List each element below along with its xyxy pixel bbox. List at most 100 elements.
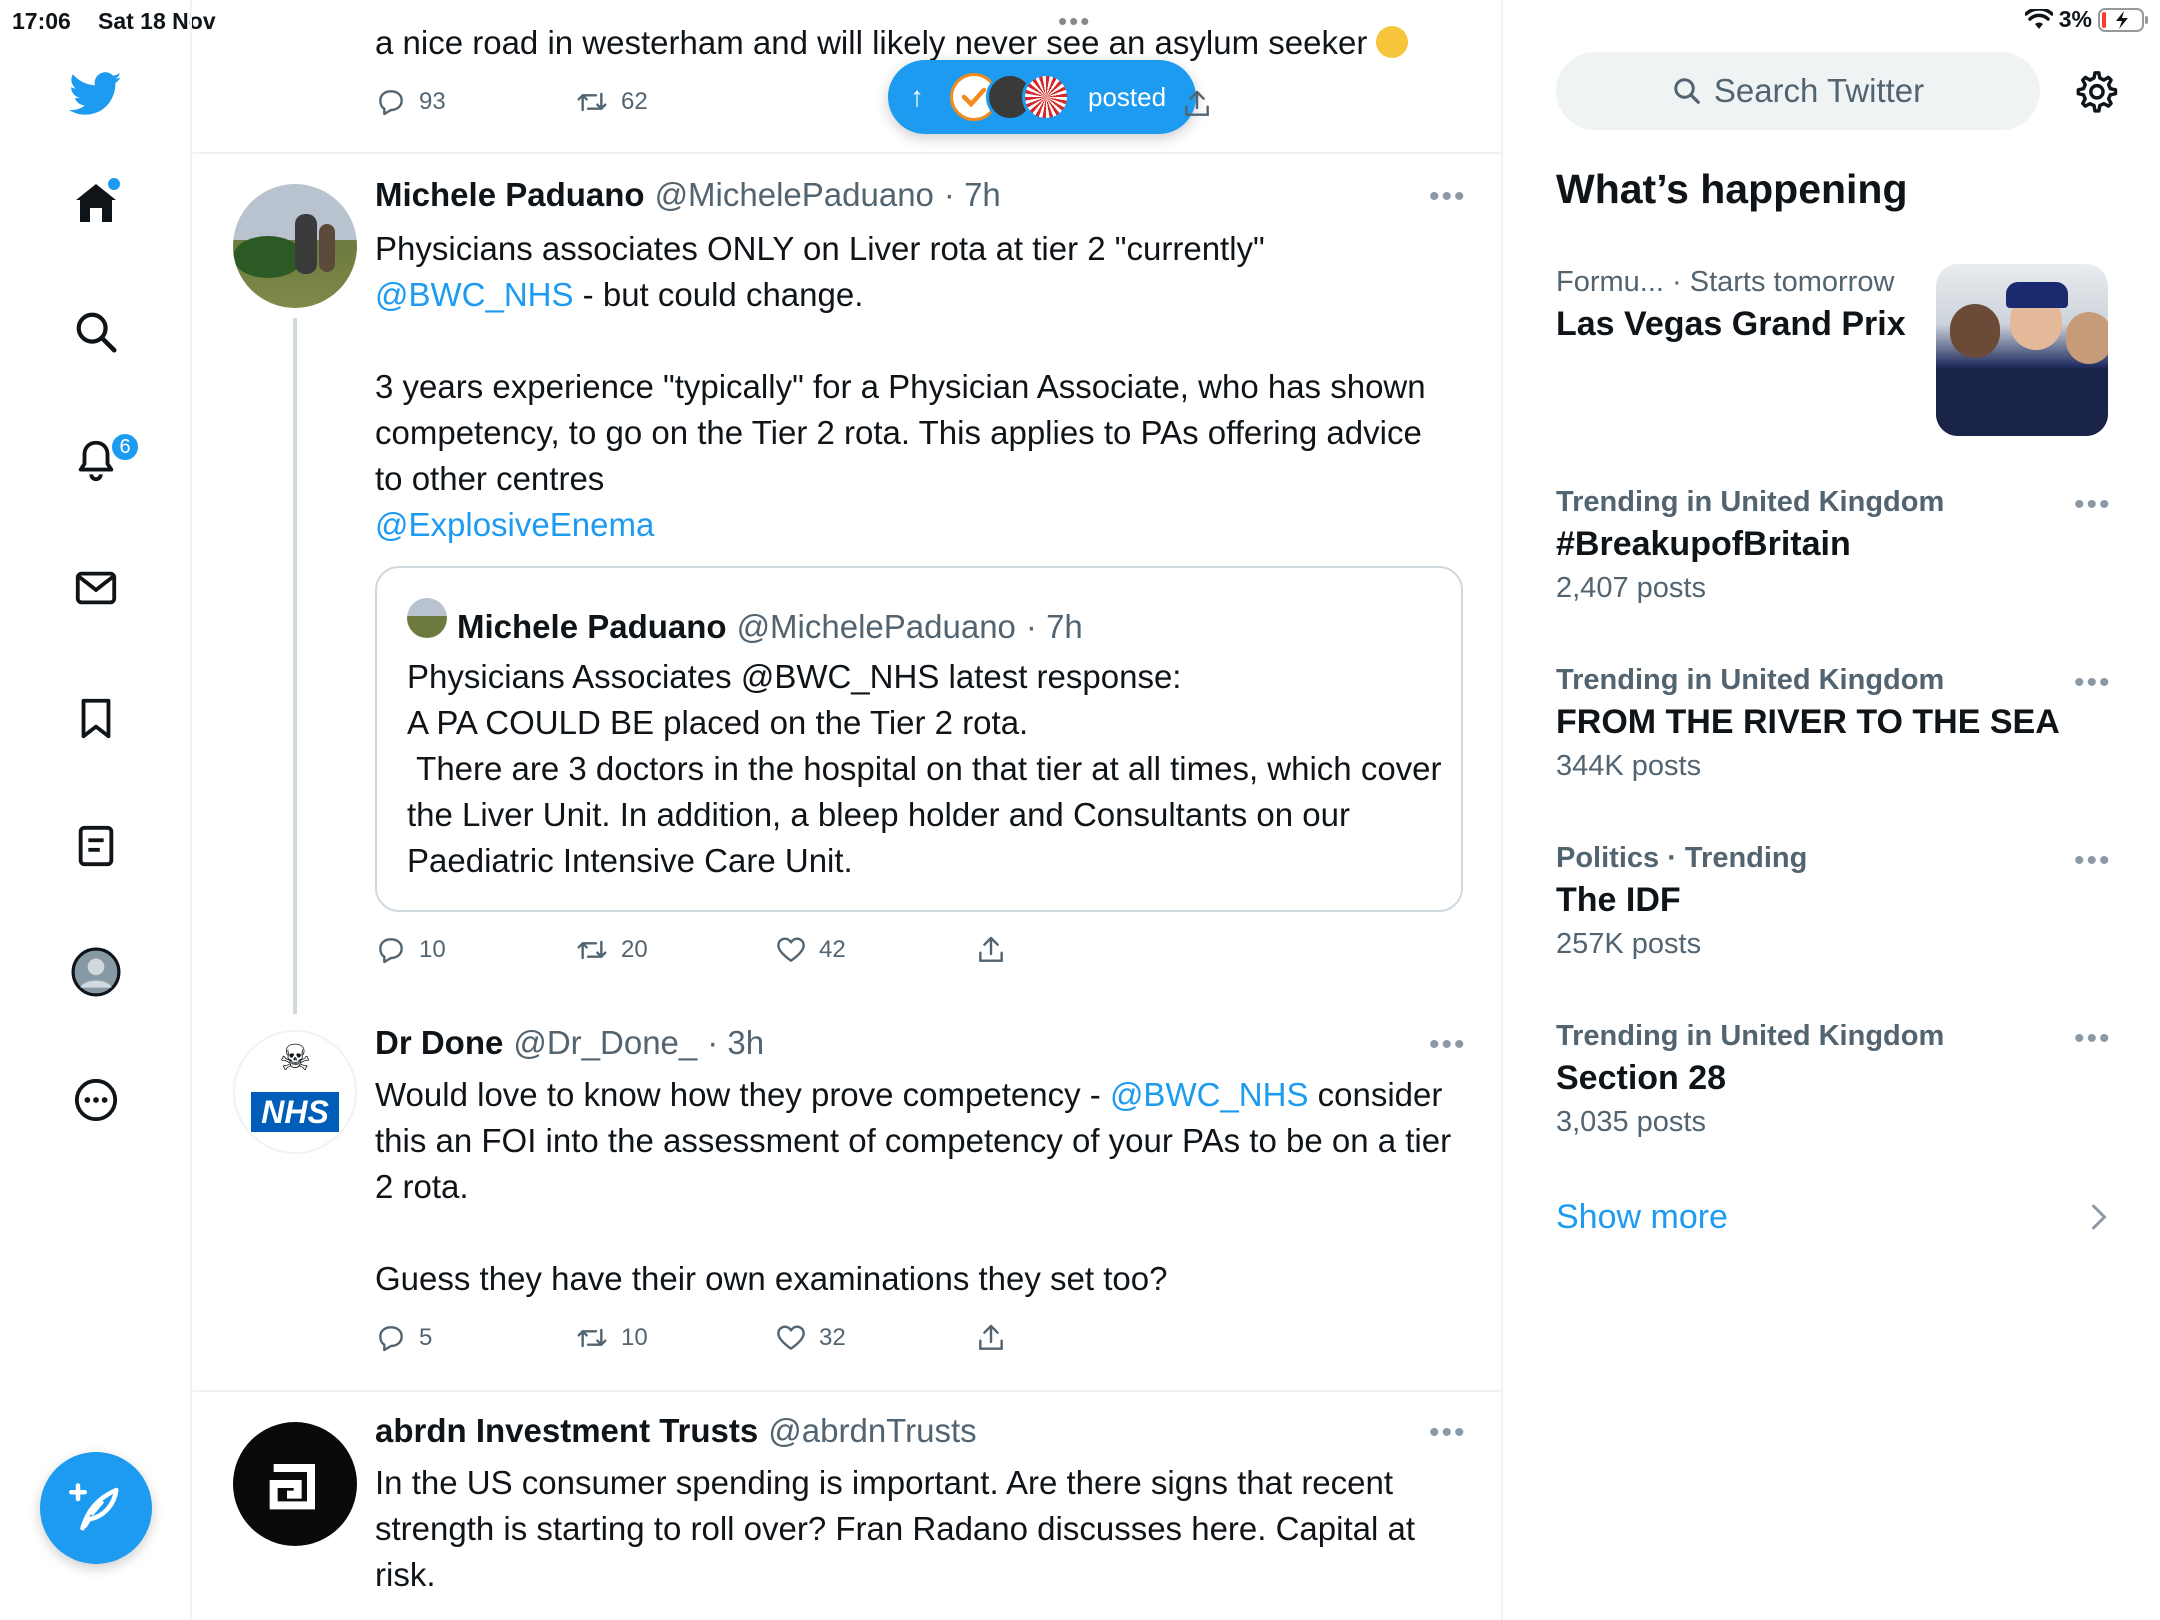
quote-header: Michele Paduano @MichelePaduano · 7h bbox=[407, 598, 1083, 646]
reply-button[interactable]: 5 bbox=[375, 1322, 575, 1354]
featured-trend-image[interactable] bbox=[1936, 264, 2108, 436]
share-button[interactable] bbox=[975, 934, 1035, 966]
wifi-icon bbox=[2024, 8, 2053, 29]
tweet-more-menu-icon[interactable]: ••• bbox=[1429, 1028, 1467, 1062]
left-nav: 6 bbox=[0, 0, 192, 1620]
share-icon bbox=[979, 1324, 1003, 1350]
author-name[interactable]: abrdn Investment Trusts bbox=[375, 1412, 758, 1450]
mention-link[interactable]: @BWC_NHS bbox=[375, 276, 574, 313]
like-button[interactable]: 42 bbox=[775, 934, 975, 966]
trend-more-icon[interactable]: ••• bbox=[2074, 844, 2112, 878]
retweet-icon bbox=[577, 1328, 607, 1348]
timeline: a nice road in westerham and will likely… bbox=[193, 0, 1503, 1620]
new-posts-pill[interactable]: ↑ posted bbox=[888, 60, 1196, 134]
tweet2-header: Dr Done @Dr_Done_ · 3h bbox=[375, 1024, 764, 1062]
tweet-more-menu-icon[interactable]: ••• bbox=[1429, 1416, 1467, 1450]
reply-icon bbox=[379, 938, 403, 964]
reply-button[interactable]: 10 bbox=[375, 934, 575, 966]
retweet-icon bbox=[577, 940, 607, 960]
tweet1-body: Physicians associates ONLY on Liver rota… bbox=[375, 226, 1455, 548]
twitter-logo-icon[interactable] bbox=[64, 62, 128, 126]
show-more-link[interactable]: Show more bbox=[1556, 1198, 1728, 1237]
share-icon bbox=[979, 936, 1003, 962]
tweet-more-menu-icon[interactable]: ••• bbox=[1429, 180, 1467, 214]
tweet3-header: abrdn Investment Trusts @abrdnTrusts bbox=[375, 1412, 977, 1450]
explore-search-icon[interactable] bbox=[64, 300, 128, 364]
tweet-divider bbox=[193, 1390, 1501, 1392]
retweet-icon bbox=[577, 92, 607, 112]
status-indicators: 3% bbox=[2024, 6, 2150, 33]
trend-item[interactable]: Politics · Trending The IDF 257K posts bbox=[1556, 842, 2116, 961]
quote-body: Physicians Associates @BWC_NHS latest re… bbox=[407, 658, 1451, 879]
chevron-right-icon[interactable] bbox=[2088, 1202, 2110, 1232]
author-name[interactable]: Dr Done bbox=[375, 1024, 503, 1062]
tweet1-header: Michele Paduano @MichelePaduano · 7h bbox=[375, 176, 1001, 214]
author-handle[interactable]: @Dr_Done_ bbox=[513, 1024, 697, 1062]
tweet2-actions: 5 10 32 bbox=[375, 1322, 1035, 1354]
author-name[interactable]: Michele Paduano bbox=[375, 176, 645, 214]
retweet-button[interactable]: 10 bbox=[575, 1322, 775, 1354]
battery-charging-icon bbox=[2098, 7, 2148, 32]
author-handle[interactable]: @MichelePaduano bbox=[655, 176, 934, 214]
trend-item[interactable]: Trending in United Kingdom FROM THE RIVE… bbox=[1556, 664, 2116, 783]
heart-icon bbox=[777, 1325, 805, 1350]
trend-more-icon[interactable]: ••• bbox=[2074, 1022, 2112, 1056]
mention-link[interactable]: @BWC_NHS bbox=[1110, 1076, 1309, 1113]
featured-meta: Formu... · Starts tomorrow bbox=[1556, 266, 1895, 298]
retweet-button[interactable]: 62 bbox=[575, 86, 775, 118]
compose-feather-icon bbox=[69, 1483, 119, 1531]
mention-link[interactable]: @ExplosiveEnema bbox=[375, 502, 1455, 548]
poster-avatar-3 bbox=[1022, 73, 1070, 121]
author-handle[interactable]: @abrdnTrusts bbox=[768, 1412, 976, 1450]
arrow-up-icon: ↑ bbox=[910, 81, 924, 112]
like-button[interactable]: 32 bbox=[775, 1322, 975, 1354]
abrdn-logo-icon bbox=[269, 1464, 315, 1510]
tweet-time[interactable]: · 7h bbox=[944, 176, 1001, 214]
notifications-bell-icon[interactable]: 6 bbox=[64, 428, 140, 492]
trend-more-icon[interactable]: ••• bbox=[2074, 488, 2112, 522]
share-icon[interactable] bbox=[1181, 88, 1213, 120]
bookmarks-icon[interactable] bbox=[64, 686, 128, 750]
retweet-button[interactable]: 20 bbox=[575, 934, 775, 966]
new-posts-label: posted bbox=[1088, 81, 1167, 112]
search-input[interactable]: Search Twitter bbox=[1556, 52, 2040, 130]
tweet2-body: Would love to know how they prove compet… bbox=[375, 1076, 1452, 1297]
quote-author-avatar bbox=[407, 598, 447, 638]
tweet3-body: In the US consumer spending is important… bbox=[375, 1464, 1416, 1593]
reply-button[interactable]: 93 bbox=[375, 86, 575, 118]
featured-trend[interactable]: Formu... · Starts tomorrow Las Vegas Gra… bbox=[1556, 266, 1916, 344]
battery-percent: 3% bbox=[2058, 6, 2092, 32]
share-button[interactable] bbox=[975, 1322, 1035, 1354]
tweet-author-avatar[interactable] bbox=[233, 184, 357, 308]
search-placeholder: Search Twitter bbox=[1713, 72, 1925, 109]
notifications-badge: 6 bbox=[110, 432, 140, 462]
reply-icon bbox=[379, 90, 403, 116]
trend-item[interactable]: Trending in United Kingdom #BreakupofBri… bbox=[1556, 486, 2116, 605]
trend-more-icon[interactable]: ••• bbox=[2074, 666, 2112, 700]
whats-happening-title: What’s happening bbox=[1556, 166, 1908, 212]
lists-icon[interactable] bbox=[64, 814, 128, 878]
heart-icon bbox=[777, 937, 805, 962]
more-options-icon[interactable] bbox=[64, 1068, 128, 1132]
tweet-divider bbox=[193, 152, 1501, 154]
tweet1-actions: 10 20 42 bbox=[375, 934, 1035, 966]
nhs-logo: NHS bbox=[251, 1092, 339, 1132]
tweet-author-avatar[interactable]: ☠ NHS bbox=[233, 1030, 357, 1154]
thread-line bbox=[293, 318, 297, 1014]
featured-title: Las Vegas Grand Prix bbox=[1556, 305, 1906, 343]
home-unread-dot bbox=[108, 178, 120, 190]
tweet-author-avatar[interactable] bbox=[233, 1422, 357, 1546]
home-icon[interactable] bbox=[64, 172, 128, 236]
tweet-time[interactable]: · 3h bbox=[707, 1024, 764, 1062]
reply-icon bbox=[379, 1326, 403, 1352]
quoted-tweet-card[interactable]: Michele Paduano @MichelePaduano · 7h Phy… bbox=[375, 566, 1463, 912]
trend-item[interactable]: Trending in United Kingdom Section 28 3,… bbox=[1556, 1020, 2116, 1139]
settings-gear-icon[interactable] bbox=[2072, 68, 2118, 114]
compose-tweet-button[interactable] bbox=[40, 1452, 152, 1564]
messages-envelope-icon[interactable] bbox=[64, 556, 128, 620]
expressionless-emoji-icon bbox=[1376, 26, 1409, 58]
top-tweet-actions: 93 62 bbox=[375, 86, 775, 118]
skull-crossbones-icon: ☠ bbox=[279, 1037, 312, 1078]
profile-avatar-icon[interactable] bbox=[64, 940, 128, 1004]
search-icon bbox=[1674, 78, 1700, 104]
